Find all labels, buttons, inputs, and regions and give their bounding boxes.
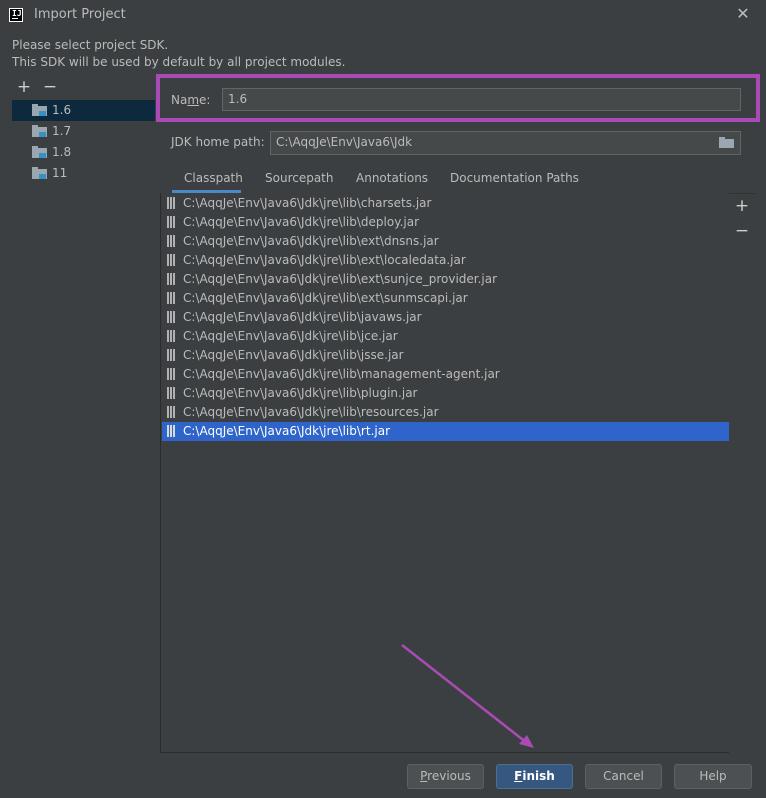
minus-icon[interactable]: − [42,78,58,96]
classpath-entry: C:\AqqJe\Env\Java6\Jdk\jre\lib\ext\sunms… [183,291,468,305]
jar-icon [167,216,175,228]
classpath-entry: C:\AqqJe\Env\Java6\Jdk\jre\lib\deploy.ja… [183,215,420,229]
classpath-entry: C:\AqqJe\Env\Java6\Jdk\jre\lib\charsets.… [183,196,432,210]
window-title: Import Project [34,7,126,22]
intellij-icon: IJ [9,8,23,22]
sdk-item-label: 1.8 [52,145,72,159]
classpath-entry: C:\AqqJe\Env\Java6\Jdk\jre\lib\jce.jar [183,329,398,343]
classpath-row[interactable]: C:\AqqJe\Env\Java6\Jdk\jre\lib\managemen… [162,365,729,384]
classpath-entry: C:\AqqJe\Env\Java6\Jdk\jre\lib\ext\local… [183,253,466,267]
classpath-row[interactable]: C:\AqqJe\Env\Java6\Jdk\jre\lib\javaws.ja… [162,308,729,327]
jar-icon [167,292,175,304]
classpath-entry: C:\AqqJe\Env\Java6\Jdk\jre\lib\rt.jar [183,424,390,438]
classpath-row[interactable]: C:\AqqJe\Env\Java6\Jdk\jre\lib\charsets.… [162,194,729,213]
jar-icon [167,235,175,247]
title-bar: IJ Import Project ✕ [0,0,766,31]
jar-icon [167,368,175,380]
close-icon[interactable]: ✕ [734,4,752,24]
finish-button[interactable]: Finish [496,764,573,789]
jar-icon [167,349,175,361]
classpath-row[interactable]: C:\AqqJe\Env\Java6\Jdk\jre\lib\plugin.ja… [162,384,729,403]
help-button[interactable]: Help [674,764,752,789]
classpath-row[interactable]: C:\AqqJe\Env\Java6\Jdk\jre\lib\jce.jar [162,327,729,346]
classpath-row[interactable]: C:\AqqJe\Env\Java6\Jdk\jre\lib\ext\sunjc… [162,270,729,289]
classpath-row[interactable]: C:\AqqJe\Env\Java6\Jdk\jre\lib\ext\sunms… [162,289,729,308]
tab-documentation-paths[interactable]: Documentation Paths [450,171,579,185]
cancel-button[interactable]: Cancel [585,764,662,789]
classpath-entry: C:\AqqJe\Env\Java6\Jdk\jre\lib\managemen… [183,367,500,381]
classpath-entry: C:\AqqJe\Env\Java6\Jdk\jre\lib\javaws.ja… [183,310,422,324]
classpath-entry: C:\AqqJe\Env\Java6\Jdk\jre\lib\plugin.ja… [183,386,418,400]
folder-icon [32,167,47,179]
jdk-home-label: JDK home path: [171,135,265,149]
folder-icon [32,104,47,116]
sdk-item-label: 1.6 [52,103,72,117]
classpath-entry: C:\AqqJe\Env\Java6\Jdk\jre\lib\ext\sunjc… [183,272,498,286]
jar-icon [167,406,175,418]
instruction-line-2: This SDK will be used by default by all … [12,55,346,69]
classpath-entry: C:\AqqJe\Env\Java6\Jdk\jre\lib\ext\dnsns… [183,234,439,248]
jar-icon [167,330,175,342]
minus-icon[interactable]: − [734,222,750,240]
jdk-home-input[interactable]: C:\AqqJe\Env\Java6\Jdk [270,131,741,155]
classpath-row[interactable]: C:\AqqJe\Env\Java6\Jdk\jre\lib\jsse.jar [162,346,729,365]
sdk-item[interactable]: 1.6 [12,100,155,121]
classpath-row[interactable]: C:\AqqJe\Env\Java6\Jdk\jre\lib\ext\dnsns… [162,232,729,251]
sdk-item[interactable]: 11 [12,163,155,184]
folder-icon [32,146,47,158]
classpath-row[interactable]: C:\AqqJe\Env\Java6\Jdk\jre\lib\deploy.ja… [162,213,729,232]
tab-sourcepath[interactable]: Sourcepath [265,171,334,185]
classpath-row[interactable]: C:\AqqJe\Env\Java6\Jdk\jre\lib\rt.jar [162,422,729,441]
classpath-entry: C:\AqqJe\Env\Java6\Jdk\jre\lib\resources… [183,405,439,419]
instruction-line-1: Please select project SDK. [12,38,169,52]
folder-icon[interactable] [719,137,734,148]
classpath-row[interactable]: C:\AqqJe\Env\Java6\Jdk\jre\lib\resources… [162,403,729,422]
tab-annotations[interactable]: Annotations [356,171,428,185]
sdk-list: 1.6 1.7 1.8 11 [12,100,155,184]
plus-icon[interactable]: + [16,78,32,96]
previous-button[interactable]: Previous [407,764,484,789]
folder-icon [32,125,47,137]
jar-icon [167,254,175,266]
jar-icon [167,273,175,285]
classpath-entry: C:\AqqJe\Env\Java6\Jdk\jre\lib\jsse.jar [183,348,404,362]
sdk-item-label: 11 [52,166,68,180]
sdk-item[interactable]: 1.8 [12,142,155,163]
tab-classpath[interactable]: Classpath [184,171,243,185]
classpath-toolbar: + − [729,193,756,753]
tab-bar: Classpath Sourcepath Annotations Documen… [160,166,756,194]
jar-icon [167,425,175,437]
sdk-item-label: 1.7 [52,124,72,138]
jar-icon [167,387,175,399]
name-input[interactable]: 1.6 [222,88,741,111]
sdk-item[interactable]: 1.7 [12,121,155,142]
name-label: Name: [171,93,211,107]
jar-icon [167,311,175,323]
plus-icon[interactable]: + [734,197,750,215]
jar-icon [167,197,175,209]
classpath-row[interactable]: C:\AqqJe\Env\Java6\Jdk\jre\lib\ext\local… [162,251,729,270]
classpath-list[interactable]: C:\AqqJe\Env\Java6\Jdk\jre\lib\charsets.… [160,193,729,753]
